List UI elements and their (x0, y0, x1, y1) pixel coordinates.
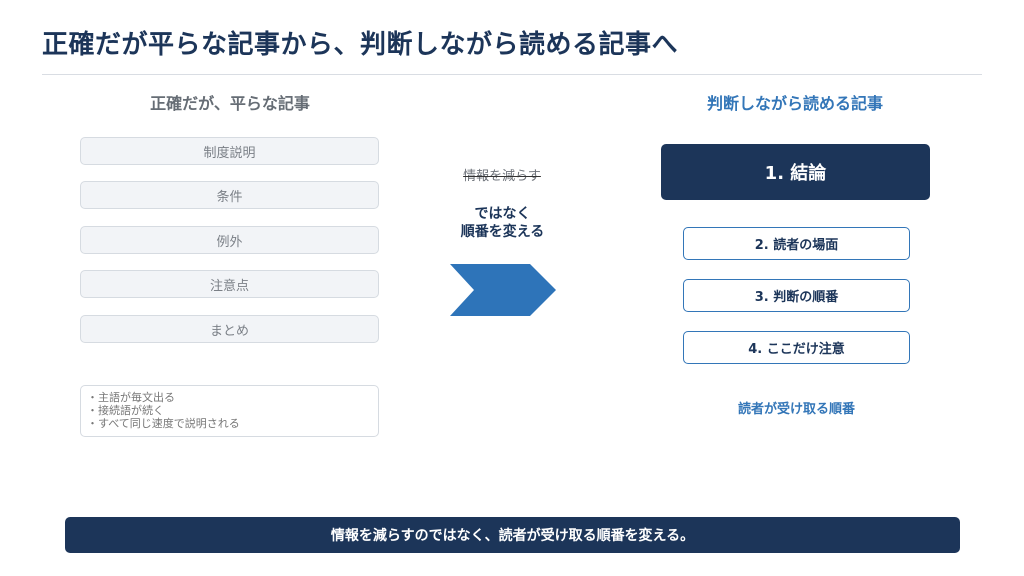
title-divider (42, 74, 982, 75)
summary-banner: 情報を減らすのではなく、読者が受け取る順番を変える。 (65, 517, 960, 553)
left-item-4: 注意点 (80, 270, 379, 298)
right-heading: 判断しながら読める記事 (706, 94, 883, 113)
left-item-3: 例外 (80, 226, 379, 254)
page-title: 正確だが平らな記事から、判断しながら読める記事へ (42, 30, 679, 60)
struck-text: 情報を減らす (463, 169, 541, 184)
step-reader-scene: 2. 読者の場面 (683, 227, 910, 260)
left-heading: 正確だが、平らな記事 (150, 94, 310, 113)
right-caption: 読者が受け取る順番 (737, 402, 855, 417)
middle-message: ではなく 順番を変える (430, 205, 575, 241)
chevron-arrow-icon (450, 264, 556, 316)
step-caution: 4. ここだけ注意 (683, 331, 910, 364)
left-item-2: 条件 (80, 181, 379, 209)
middle-line-1: ではなく (474, 206, 531, 222)
middle-line-2: 順番を変える (460, 224, 545, 240)
note-line-2: ・接続語が続く (87, 404, 164, 417)
left-item-1: 制度説明 (80, 137, 379, 165)
left-notes-box: ・主語が毎文出る ・接続語が続く ・すべて同じ速度で説明される (80, 385, 379, 437)
note-line-3: ・すべて同じ速度で説明される (87, 417, 240, 430)
note-line-1: ・主語が毎文出る (87, 391, 175, 404)
left-item-5: まとめ (80, 315, 379, 343)
step-conclusion: 1. 結論 (661, 144, 930, 200)
chevron-shape (450, 264, 556, 316)
step-judgment-order: 3. 判断の順番 (683, 279, 910, 312)
